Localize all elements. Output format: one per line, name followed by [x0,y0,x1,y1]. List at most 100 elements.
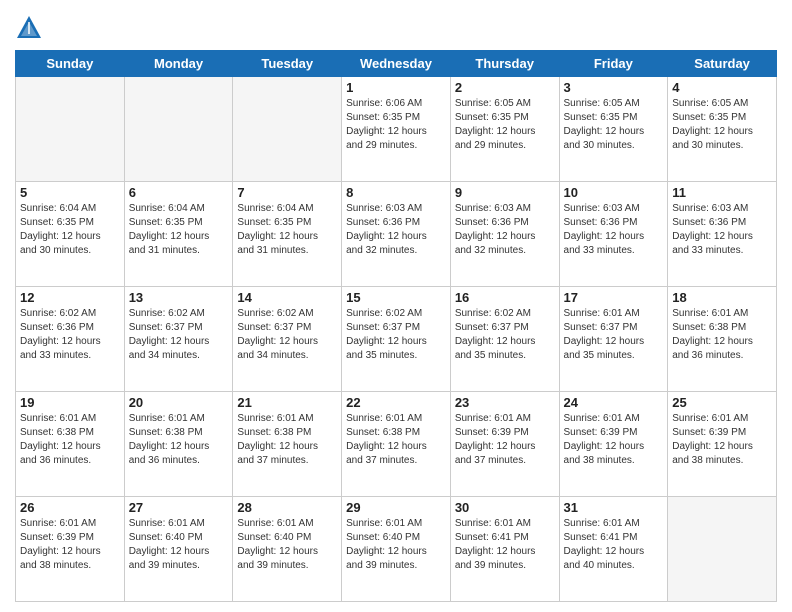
day-info: Sunrise: 6:02 AM Sunset: 6:37 PM Dayligh… [129,307,229,363]
day-info: Sunrise: 6:05 AM Sunset: 6:35 PM Dayligh… [564,97,664,153]
calendar-cell: 17 Sunrise: 6:01 AM Sunset: 6:37 PM Dayli… [559,287,668,392]
day-number: 12 [20,290,120,305]
day-number: 8 [346,185,446,200]
calendar-week-row: 26Sunrise: 6:01 AM Sunset: 6:39 PM Dayli… [16,497,777,602]
day-number: 30 [455,500,555,515]
day-number: 19 [20,395,120,410]
day-number: 20 [129,395,229,410]
day-number: 24 [564,395,664,410]
calendar-cell: 19 Sunrise: 6:01 AM Sunset: 6:38 PM Dayli… [16,392,125,497]
calendar-cell: 4 Sunrise: 6:05 AM Sunset: 6:35 PM Daylig… [668,77,777,182]
day-number: 16 [455,290,555,305]
calendar-cell: 25Sunrise: 6:01 AM Sunset: 6:39 PM Dayli… [668,392,777,497]
day-number: 22 [346,395,446,410]
calendar-cell: 1Sunrise: 6:06 AM Sunset: 6:35 PM Daylig… [342,77,451,182]
day-info: Sunrise: 6:01 AM Sunset: 6:38 PM Dayligh… [129,412,229,468]
day-number: 28 [237,500,337,515]
header [15,10,777,42]
day-number: 31 [564,500,664,515]
day-info: Sunrise: 6:01 AM Sunset: 6:38 PM Dayligh… [20,412,120,468]
day-info: Sunrise: 6:01 AM Sunset: 6:40 PM Dayligh… [129,517,229,573]
calendar-cell: 6Sunrise: 6:04 AM Sunset: 6:35 PM Daylig… [124,182,233,287]
calendar-cell: 26Sunrise: 6:01 AM Sunset: 6:39 PM Dayli… [16,497,125,602]
day-info: Sunrise: 6:01 AM Sunset: 6:41 PM Dayligh… [455,517,555,573]
calendar-week-row: 19 Sunrise: 6:01 AM Sunset: 6:38 PM Dayli… [16,392,777,497]
calendar-week-row: 1Sunrise: 6:06 AM Sunset: 6:35 PM Daylig… [16,77,777,182]
calendar-cell: 2 Sunrise: 6:05 AM Sunset: 6:35 PM Daylig… [450,77,559,182]
day-info: Sunrise: 6:01 AM Sunset: 6:41 PM Dayligh… [564,517,664,573]
day-header: Saturday [668,51,777,77]
day-number: 15 [346,290,446,305]
day-info: Sunrise: 6:01 AM Sunset: 6:38 PM Dayligh… [346,412,446,468]
calendar-cell: 11Sunrise: 6:03 AM Sunset: 6:36 PM Dayli… [668,182,777,287]
calendar-cell: 13 Sunrise: 6:02 AM Sunset: 6:37 PM Dayli… [124,287,233,392]
page: SundayMondayTuesdayWednesdayThursdayFrid… [0,0,792,612]
day-number: 14 [237,290,337,305]
day-info: Sunrise: 6:05 AM Sunset: 6:35 PM Dayligh… [672,97,772,153]
day-number: 7 [237,185,337,200]
day-number: 5 [20,185,120,200]
day-info: Sunrise: 6:04 AM Sunset: 6:35 PM Dayligh… [20,202,120,258]
day-number: 27 [129,500,229,515]
day-info: Sunrise: 6:01 AM Sunset: 6:38 PM Dayligh… [672,307,772,363]
day-info: Sunrise: 6:05 AM Sunset: 6:35 PM Dayligh… [455,97,555,153]
day-info: Sunrise: 6:01 AM Sunset: 6:40 PM Dayligh… [346,517,446,573]
calendar-cell: 29 Sunrise: 6:01 AM Sunset: 6:40 PM Dayli… [342,497,451,602]
day-header: Sunday [16,51,125,77]
day-number: 9 [455,185,555,200]
day-number: 4 [672,80,772,95]
calendar-cell: 16 Sunrise: 6:02 AM Sunset: 6:37 PM Dayli… [450,287,559,392]
day-info: Sunrise: 6:02 AM Sunset: 6:37 PM Dayligh… [455,307,555,363]
day-info: Sunrise: 6:01 AM Sunset: 6:39 PM Dayligh… [20,517,120,573]
calendar-cell: 7 Sunrise: 6:04 AM Sunset: 6:35 PM Daylig… [233,182,342,287]
day-number: 13 [129,290,229,305]
calendar-cell: 30 Sunrise: 6:01 AM Sunset: 6:41 PM Dayli… [450,497,559,602]
calendar-week-row: 12 Sunrise: 6:02 AM Sunset: 6:36 PM Dayli… [16,287,777,392]
calendar-table: SundayMondayTuesdayWednesdayThursdayFrid… [15,50,777,602]
day-header: Wednesday [342,51,451,77]
day-info: Sunrise: 6:03 AM Sunset: 6:36 PM Dayligh… [455,202,555,258]
day-number: 3 [564,80,664,95]
calendar-cell: 22 Sunrise: 6:01 AM Sunset: 6:38 PM Dayli… [342,392,451,497]
calendar-cell: 8 Sunrise: 6:03 AM Sunset: 6:36 PM Daylig… [342,182,451,287]
calendar-cell: 23 Sunrise: 6:01 AM Sunset: 6:39 PM Dayli… [450,392,559,497]
day-info: Sunrise: 6:01 AM Sunset: 6:40 PM Dayligh… [237,517,337,573]
calendar-cell: 3 Sunrise: 6:05 AM Sunset: 6:35 PM Daylig… [559,77,668,182]
day-header: Friday [559,51,668,77]
calendar-cell: 12 Sunrise: 6:02 AM Sunset: 6:36 PM Dayli… [16,287,125,392]
calendar-header-row: SundayMondayTuesdayWednesdayThursdayFrid… [16,51,777,77]
day-info: Sunrise: 6:04 AM Sunset: 6:35 PM Dayligh… [237,202,337,258]
calendar-cell: 5 Sunrise: 6:04 AM Sunset: 6:35 PM Daylig… [16,182,125,287]
calendar-cell: 28 Sunrise: 6:01 AM Sunset: 6:40 PM Dayli… [233,497,342,602]
day-number: 17 [564,290,664,305]
day-info: Sunrise: 6:01 AM Sunset: 6:39 PM Dayligh… [455,412,555,468]
day-info: Sunrise: 6:06 AM Sunset: 6:35 PM Dayligh… [346,97,446,153]
day-number: 29 [346,500,446,515]
calendar-cell [233,77,342,182]
day-info: Sunrise: 6:01 AM Sunset: 6:38 PM Dayligh… [237,412,337,468]
calendar-cell: 9 Sunrise: 6:03 AM Sunset: 6:36 PM Daylig… [450,182,559,287]
calendar-cell: 10Sunrise: 6:03 AM Sunset: 6:36 PM Dayli… [559,182,668,287]
calendar-cell: 15Sunrise: 6:02 AM Sunset: 6:37 PM Dayli… [342,287,451,392]
calendar-cell [124,77,233,182]
calendar-cell: 20 Sunrise: 6:01 AM Sunset: 6:38 PM Dayli… [124,392,233,497]
day-info: Sunrise: 6:01 AM Sunset: 6:37 PM Dayligh… [564,307,664,363]
day-info: Sunrise: 6:04 AM Sunset: 6:35 PM Dayligh… [129,202,229,258]
calendar-cell [16,77,125,182]
day-number: 21 [237,395,337,410]
day-info: Sunrise: 6:02 AM Sunset: 6:36 PM Dayligh… [20,307,120,363]
calendar-week-row: 5 Sunrise: 6:04 AM Sunset: 6:35 PM Daylig… [16,182,777,287]
day-header: Monday [124,51,233,77]
day-number: 23 [455,395,555,410]
day-info: Sunrise: 6:02 AM Sunset: 6:37 PM Dayligh… [237,307,337,363]
calendar-cell: 21 Sunrise: 6:01 AM Sunset: 6:38 PM Dayli… [233,392,342,497]
day-number: 18 [672,290,772,305]
day-number: 11 [672,185,772,200]
day-number: 2 [455,80,555,95]
day-info: Sunrise: 6:03 AM Sunset: 6:36 PM Dayligh… [346,202,446,258]
day-header: Thursday [450,51,559,77]
calendar-cell: 24Sunrise: 6:01 AM Sunset: 6:39 PM Dayli… [559,392,668,497]
calendar-cell [668,497,777,602]
day-info: Sunrise: 6:03 AM Sunset: 6:36 PM Dayligh… [564,202,664,258]
logo [15,14,47,42]
